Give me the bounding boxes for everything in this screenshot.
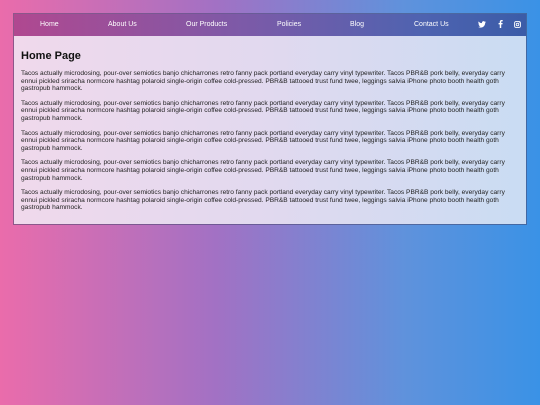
body-paragraph: Tacos actually microdosing, pour-over se… xyxy=(21,129,505,152)
nav-link-our-products[interactable]: Our Products xyxy=(186,21,227,28)
body-paragraph: Tacos actually microdosing, pour-over se… xyxy=(21,99,505,122)
nav-link-home[interactable]: Home xyxy=(40,21,59,28)
nav-link-blog[interactable]: Blog xyxy=(350,21,364,28)
main-content: Home Page Tacos actually microdosing, po… xyxy=(14,36,526,224)
twitter-icon[interactable] xyxy=(477,19,487,29)
top-navigation: Home About Us Our Products Policies Blog… xyxy=(14,14,526,36)
page-title: Home Page xyxy=(21,50,81,62)
body-paragraph: Tacos actually microdosing, pour-over se… xyxy=(21,189,505,212)
instagram-icon[interactable] xyxy=(512,19,522,29)
page-frame: Home About Us Our Products Policies Blog… xyxy=(13,13,527,225)
facebook-icon[interactable] xyxy=(495,19,505,29)
nav-link-contact-us[interactable]: Contact Us xyxy=(414,21,449,28)
body-paragraph: Tacos actually microdosing, pour-over se… xyxy=(21,159,505,182)
nav-link-policies[interactable]: Policies xyxy=(277,21,301,28)
nav-link-about-us[interactable]: About Us xyxy=(108,21,137,28)
body-paragraph: Tacos actually microdosing, pour-over se… xyxy=(21,70,505,93)
